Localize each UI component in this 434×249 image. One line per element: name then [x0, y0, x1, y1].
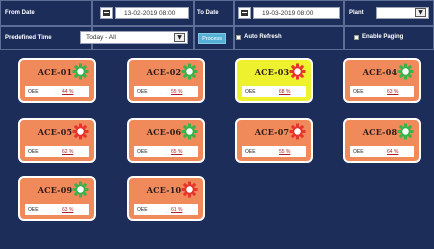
- oee-label: OEE: [28, 148, 39, 155]
- gear-status-icon: [397, 63, 414, 80]
- machine-card[interactable]: ACE-01 OEE 44 %: [18, 58, 96, 103]
- predefined-time-value: Today - All: [86, 34, 116, 41]
- oee-label: OEE: [28, 88, 39, 95]
- predefined-time-select[interactable]: Today - All: [80, 31, 188, 44]
- machine-card[interactable]: ACE-03 OEE 68 %: [235, 58, 313, 103]
- gear-status-icon: [181, 63, 198, 80]
- from-date-value: 13-02-2019 08:00: [124, 9, 176, 17]
- oee-row: OEE 63 %: [350, 86, 414, 97]
- gear-status-icon: [181, 123, 198, 140]
- process-button[interactable]: Process: [198, 33, 226, 44]
- gear-status-icon: [289, 123, 306, 140]
- oee-value-link[interactable]: 55 %: [279, 149, 290, 155]
- oee-label: OEE: [245, 88, 256, 95]
- enable-paging-label: Enable Paging: [362, 34, 404, 40]
- to-date-label: To Date: [197, 10, 219, 16]
- gear-status-icon: [72, 181, 89, 198]
- gear-status-icon: [289, 63, 306, 80]
- machine-card[interactable]: ACE-05 OEE 62 %: [18, 118, 96, 163]
- oee-label: OEE: [353, 148, 364, 155]
- calendar-icon: [241, 10, 248, 16]
- gear-status-icon: [397, 123, 414, 140]
- oee-row: OEE 68 %: [242, 86, 306, 97]
- oee-row: OEE 65 %: [134, 146, 198, 157]
- oee-value-link[interactable]: 63 %: [62, 207, 73, 213]
- to-date-input[interactable]: 19-03-2019 08:00: [253, 7, 340, 19]
- oee-row: OEE 62 %: [25, 146, 89, 157]
- filter-toolbar: From Date 13-02-2019 08:00 To Date 19-03…: [0, 0, 434, 50]
- enable-paging-checkbox[interactable]: [354, 35, 359, 40]
- calendar-icon: [103, 10, 110, 16]
- from-date-calendar-button[interactable]: [100, 7, 113, 19]
- from-date-input[interactable]: 13-02-2019 08:00: [115, 7, 189, 19]
- oee-label: OEE: [137, 206, 148, 213]
- oee-value-link[interactable]: 68 %: [279, 89, 290, 95]
- to-date-calendar-button[interactable]: [238, 7, 251, 19]
- oee-value-link[interactable]: 44 %: [62, 89, 73, 95]
- oee-row: OEE 55 %: [134, 86, 198, 97]
- to-date-value: 19-03-2019 08:00: [262, 9, 314, 17]
- oee-row: OEE 61 %: [134, 204, 198, 215]
- from-date-label: From Date: [5, 10, 35, 16]
- oee-label: OEE: [245, 148, 256, 155]
- oee-value-link[interactable]: 55 %: [171, 89, 182, 95]
- predefined-time-label: Predefined Time: [5, 35, 52, 41]
- oee-label: OEE: [353, 88, 364, 95]
- oee-label: OEE: [137, 148, 148, 155]
- machine-card[interactable]: ACE-09 OEE 63 %: [18, 176, 96, 221]
- oee-value-link[interactable]: 62 %: [62, 149, 73, 155]
- auto-refresh-label: Auto Refresh: [244, 34, 282, 40]
- oee-row: OEE 55 %: [242, 146, 306, 157]
- machine-card[interactable]: ACE-07 OEE 55 %: [235, 118, 313, 163]
- plant-label: Plant: [349, 10, 364, 16]
- oee-value-link[interactable]: 65 %: [171, 149, 182, 155]
- chevron-down-icon[interactable]: ▼: [415, 8, 426, 17]
- oee-value-link[interactable]: 64 %: [387, 149, 398, 155]
- machine-card[interactable]: ACE-02 OEE 55 %: [127, 58, 205, 103]
- machine-card[interactable]: ACE-04 OEE 63 %: [343, 58, 421, 103]
- oee-label: OEE: [137, 88, 148, 95]
- oee-value-link[interactable]: 61 %: [171, 207, 182, 213]
- gear-status-icon: [72, 123, 89, 140]
- oee-row: OEE 63 %: [25, 204, 89, 215]
- machine-card[interactable]: ACE-06 OEE 65 %: [127, 118, 205, 163]
- process-button-label: Process: [202, 35, 222, 42]
- oee-value-link[interactable]: 63 %: [387, 89, 398, 95]
- chevron-down-icon[interactable]: ▼: [174, 33, 185, 42]
- oee-row: OEE 44 %: [25, 86, 89, 97]
- machine-card[interactable]: ACE-08 OEE 64 %: [343, 118, 421, 163]
- oee-label: OEE: [28, 206, 39, 213]
- machine-card[interactable]: ACE-10 OEE 61 %: [127, 176, 205, 221]
- gear-status-icon: [72, 63, 89, 80]
- gear-status-icon: [181, 181, 198, 198]
- oee-row: OEE 64 %: [350, 146, 414, 157]
- auto-refresh-checkbox[interactable]: [236, 35, 241, 40]
